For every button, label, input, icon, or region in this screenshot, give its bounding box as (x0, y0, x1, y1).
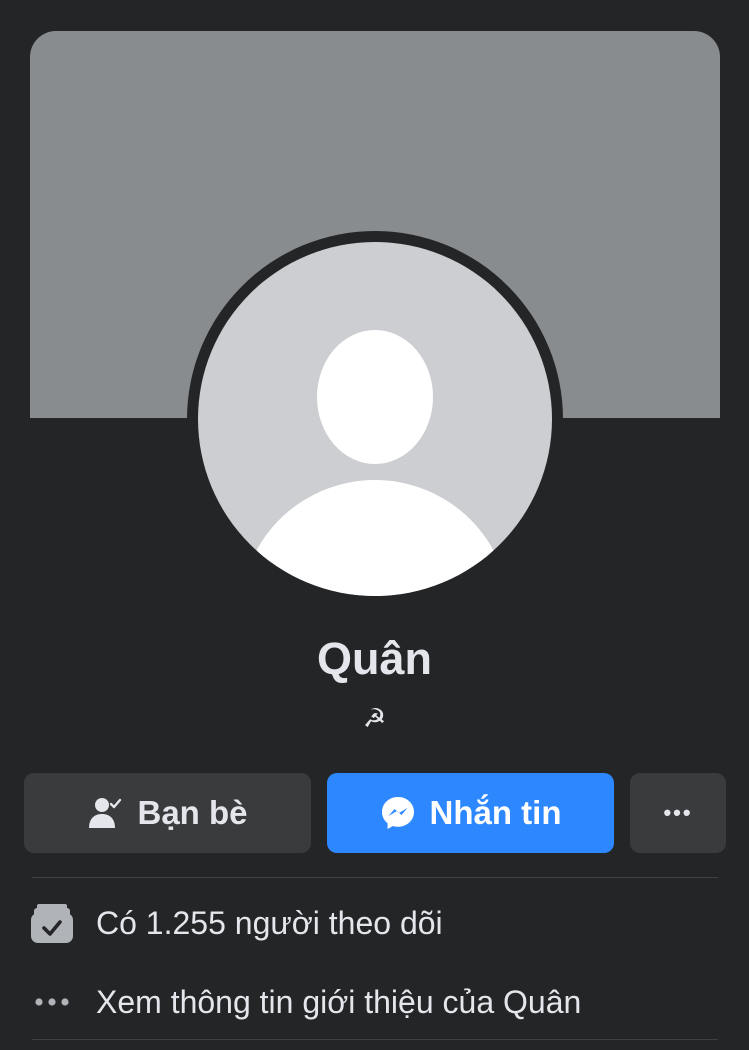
more-options-button[interactable]: ••• (630, 773, 726, 853)
see-about-text: Xem thông tin giới thiệu của Quân (96, 983, 582, 1020)
followers-text: Có 1.255 người theo dõi (96, 904, 443, 941)
avatar-placeholder-head (317, 330, 433, 464)
divider (32, 1039, 718, 1040)
see-about-row[interactable]: Xem thông tin giới thiệu của Quân (30, 972, 720, 1032)
avatar-placeholder-body (240, 480, 510, 596)
avatar[interactable] (198, 242, 552, 596)
friends-button-label: Bạn bè (137, 794, 248, 831)
followers-row[interactable]: Có 1.255 người theo dõi (30, 893, 720, 953)
friend-check-icon (89, 798, 122, 828)
divider (32, 877, 718, 878)
followers-icon (30, 901, 74, 945)
more-dots-icon (30, 980, 74, 1024)
profile-name: Quân (316, 633, 432, 684)
profile-bio: ☭ (362, 703, 387, 733)
messenger-icon (381, 797, 414, 829)
more-horizontal-icon: ••• (663, 800, 693, 825)
friends-button[interactable]: Bạn bè (24, 773, 311, 853)
message-button-label: Nhắn tin (429, 794, 562, 831)
message-button[interactable]: Nhắn tin (327, 773, 614, 853)
